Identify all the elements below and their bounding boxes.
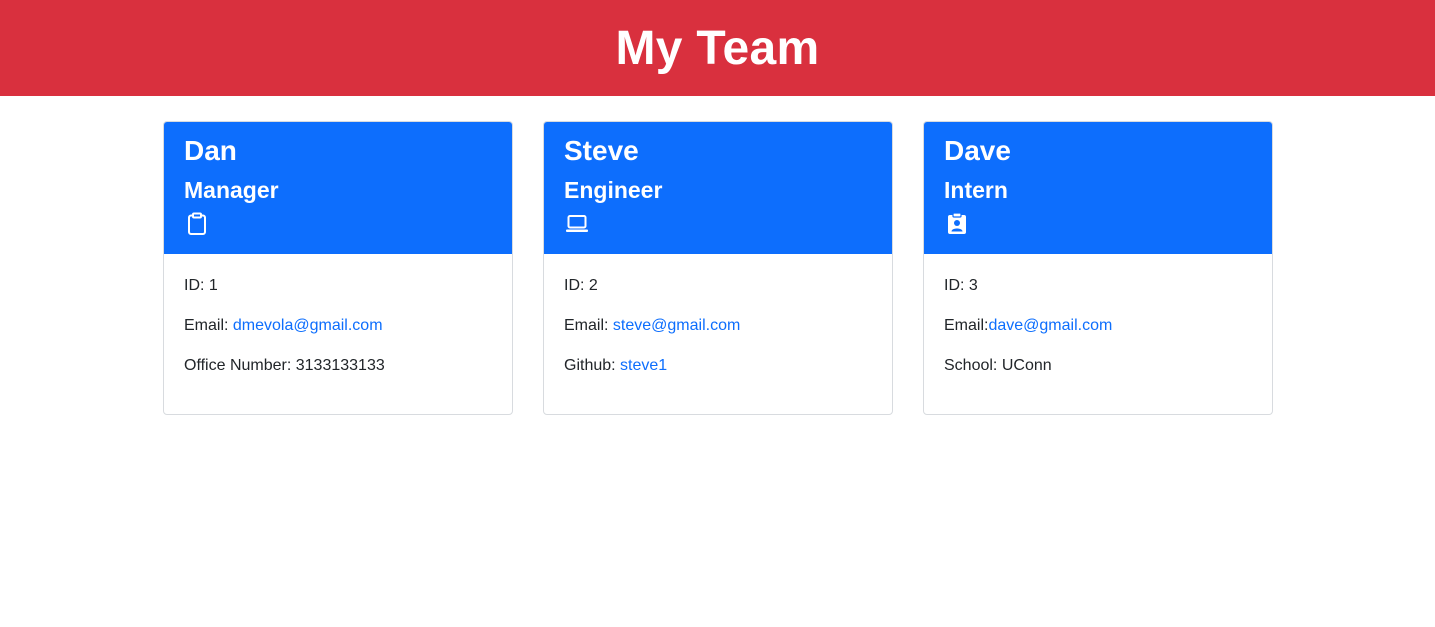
email-label: Email: bbox=[564, 317, 609, 334]
id-line: ID: 3 bbox=[944, 276, 1252, 316]
email-label: Email: bbox=[184, 317, 229, 334]
card-body: ID: 1 Email: dmevola@gmail.com Office Nu… bbox=[164, 254, 512, 396]
email-line: Email: steve@gmail.com bbox=[564, 316, 872, 356]
school-label: School: bbox=[944, 357, 998, 374]
employee-card-intern: Dave Intern ID: 3 Email:dave@gmail.com S… bbox=[923, 121, 1273, 415]
card-header: Dave Intern bbox=[924, 122, 1272, 254]
id-line: ID: 1 bbox=[184, 276, 492, 316]
email-line: Email:dave@gmail.com bbox=[944, 316, 1252, 356]
card-header: Steve Engineer bbox=[544, 122, 892, 254]
id-line: ID: 2 bbox=[564, 276, 872, 316]
employee-card-manager: Dan Manager ID: 1 Email: dmevola@gmail.c… bbox=[163, 121, 513, 415]
card-body: ID: 3 Email:dave@gmail.com School: UConn bbox=[924, 254, 1272, 396]
employee-name: Dan bbox=[184, 135, 237, 166]
email-link[interactable]: dave@gmail.com bbox=[988, 317, 1112, 334]
employee-role: Manager bbox=[184, 177, 279, 203]
id-label: ID: bbox=[944, 277, 965, 294]
email-link[interactable]: dmevola@gmail.com bbox=[233, 317, 383, 334]
github-link[interactable]: steve1 bbox=[620, 357, 667, 374]
office-number-line: Office Number: 3133133133 bbox=[184, 356, 492, 396]
id-label: ID: bbox=[184, 277, 205, 294]
office-number-value: 3133133133 bbox=[295, 357, 385, 374]
id-value: 1 bbox=[208, 277, 218, 294]
team-cards: Dan Manager ID: 1 Email: dmevola@gmail.c… bbox=[163, 121, 1273, 415]
card-header: Dan Manager bbox=[164, 122, 512, 254]
employee-role: Engineer bbox=[564, 177, 663, 203]
school-line: School: UConn bbox=[944, 356, 1252, 396]
employee-card-engineer: Steve Engineer ID: 2 Email: steve@gmail.… bbox=[543, 121, 893, 415]
id-value: 3 bbox=[968, 277, 978, 294]
email-label: Email: bbox=[944, 317, 989, 334]
employee-role: Intern bbox=[944, 177, 1008, 203]
page-header: My Team bbox=[0, 0, 1435, 96]
employee-name: Steve bbox=[564, 135, 639, 166]
office-number-label: Office Number: bbox=[184, 357, 292, 374]
github-line: Github: steve1 bbox=[564, 356, 872, 396]
student-id-icon bbox=[948, 212, 966, 234]
card-body: ID: 2 Email: steve@gmail.com Github: ste… bbox=[544, 254, 892, 396]
laptop-icon bbox=[566, 215, 588, 232]
school-value: UConn bbox=[1001, 357, 1052, 374]
email-link[interactable]: steve@gmail.com bbox=[613, 317, 740, 334]
employee-name: Dave bbox=[944, 135, 1011, 166]
id-label: ID: bbox=[564, 277, 585, 294]
email-line: Email: dmevola@gmail.com bbox=[184, 316, 492, 356]
clipboard-icon bbox=[188, 212, 206, 235]
id-value: 2 bbox=[588, 277, 598, 294]
page-title: My Team bbox=[615, 21, 820, 75]
github-label: Github: bbox=[564, 357, 616, 374]
